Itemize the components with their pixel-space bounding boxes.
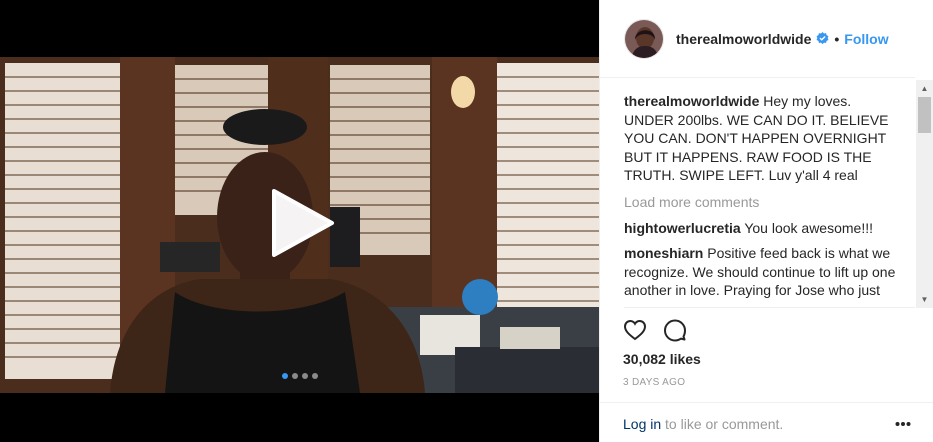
username-link[interactable]: therealmoworldwide (676, 31, 811, 47)
post-timestamp[interactable]: 3 DAYS AGO (623, 377, 685, 388)
media-panel (0, 0, 599, 442)
avatar[interactable] (624, 18, 664, 59)
caption: therealmoworldwide Hey my loves. UNDER 2… (624, 92, 904, 185)
comment-username[interactable]: hightowerlucretia (624, 220, 741, 236)
comment-text: You look awesome!!! (744, 219, 874, 236)
comment-icon[interactable] (663, 318, 687, 342)
post-actions (623, 318, 687, 342)
load-more-comments-button[interactable]: Load more comments (624, 193, 904, 212)
login-prompt: Log in to like or comment. (623, 416, 783, 432)
comments-list[interactable]: therealmoworldwide Hey my loves. UNDER 2… (624, 92, 904, 304)
avatar-image (625, 19, 663, 58)
follow-button[interactable]: Follow (844, 31, 888, 47)
scroll-up-arrow-icon[interactable]: ▲ (916, 80, 933, 97)
carousel-dot[interactable] (301, 373, 308, 379)
caption-username[interactable]: therealmoworldwide (624, 93, 759, 109)
comment-item: hightowerlucretia You look awesome!!! (624, 219, 904, 238)
post-header: therealmoworldwide • Follow (600, 0, 915, 78)
verified-badge-icon (816, 32, 829, 45)
header-separator: • (834, 30, 840, 47)
comment-item: moneshiarn Positive feed back is what we… (624, 244, 904, 304)
play-icon[interactable] (268, 189, 336, 257)
comment-username[interactable]: moneshiarn (624, 245, 703, 261)
scroll-down-arrow-icon[interactable]: ▼ (916, 291, 933, 308)
section-divider (624, 307, 915, 308)
comments-scrollbar[interactable]: ▲ ▼ (916, 80, 933, 308)
scrollbar-thumb[interactable] (918, 97, 931, 133)
heart-icon[interactable] (623, 318, 647, 342)
login-prompt-suffix: to like or comment. (661, 416, 784, 432)
login-link[interactable]: Log in (623, 416, 661, 432)
more-options-icon[interactable] (895, 421, 911, 427)
carousel-dot[interactable] (291, 373, 298, 379)
login-bar: Log in to like or comment. (599, 402, 933, 442)
likes-count[interactable]: 30,082 likes (623, 351, 701, 367)
carousel-indicator (0, 373, 599, 379)
carousel-dot[interactable] (311, 373, 318, 379)
post-sidebar: therealmoworldwide • Follow therealmowor… (599, 0, 933, 442)
carousel-dot[interactable] (281, 373, 288, 379)
instagram-post: therealmoworldwide • Follow therealmowor… (0, 0, 933, 442)
